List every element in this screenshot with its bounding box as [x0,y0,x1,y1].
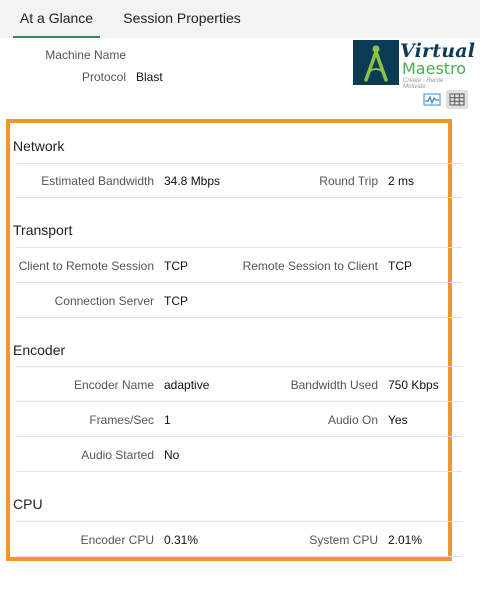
encoder-name-value: adaptive [164,378,210,392]
estimated-bandwidth-value: 34.8 Mbps [164,174,221,188]
bandwidth-used-label: Bandwidth Used [290,378,378,392]
audio-started-value: No [164,448,180,462]
bandwidth-used-value: 750 Kbps [388,378,439,392]
section-transport-title: Transport [13,222,73,238]
remote-to-client-value: TCP [388,259,412,273]
encoder-cpu-value: 0.31% [164,533,199,547]
section-network-title: Network [13,138,65,154]
audio-on-label: Audio On [327,413,378,427]
divider [16,556,462,557]
divider [16,317,462,318]
estimated-bandwidth-label: Estimated Bandwidth [41,174,154,188]
encoder-cpu-label: Encoder CPU [80,533,154,547]
remote-to-client-label: Remote Session to Client [242,259,378,273]
divider [16,197,462,198]
audio-on-value: Yes [388,413,408,427]
round-trip-label: Round Trip [319,174,378,188]
connection-server-value: TCP [164,294,188,308]
chart-view-icon[interactable] [421,90,443,109]
section-encoder-title: Encoder [13,342,66,358]
client-to-remote-label: Client to Remote Session [18,259,154,273]
tab-bar: At a Glance Session Properties [0,0,480,38]
divider [16,471,462,472]
audio-started-label: Audio Started [81,448,154,462]
compass-logo-icon [353,40,399,85]
encoder-name-label: Encoder Name [73,378,154,392]
divider [16,436,462,437]
section-cpu-title: CPU [13,496,43,512]
connection-server-label: Connection Server [54,294,154,308]
round-trip-value: 2 ms [388,174,415,188]
machine-name-label: Machine Name [45,48,126,62]
divider [16,282,462,283]
grid-view-icon[interactable] [446,90,468,109]
protocol-value: Blast [136,70,163,84]
divider [16,247,462,248]
virtual-maestro-logo: Virtual Maestro Create · Recite · Motiva… [353,40,475,90]
divider [16,401,462,402]
divider [16,366,462,367]
frames-per-sec-value: 1 [164,413,171,427]
frames-per-sec-label: Frames/Sec [89,413,154,427]
client-to-remote-value: TCP [164,259,188,273]
tab-session-properties[interactable]: Session Properties [116,0,248,38]
system-cpu-label: System CPU [309,533,378,547]
tab-at-a-glance[interactable]: At a Glance [13,0,100,38]
divider [16,521,462,522]
system-cpu-value: 2.01% [388,533,423,547]
divider [16,163,462,164]
protocol-label: Protocol [81,70,126,84]
